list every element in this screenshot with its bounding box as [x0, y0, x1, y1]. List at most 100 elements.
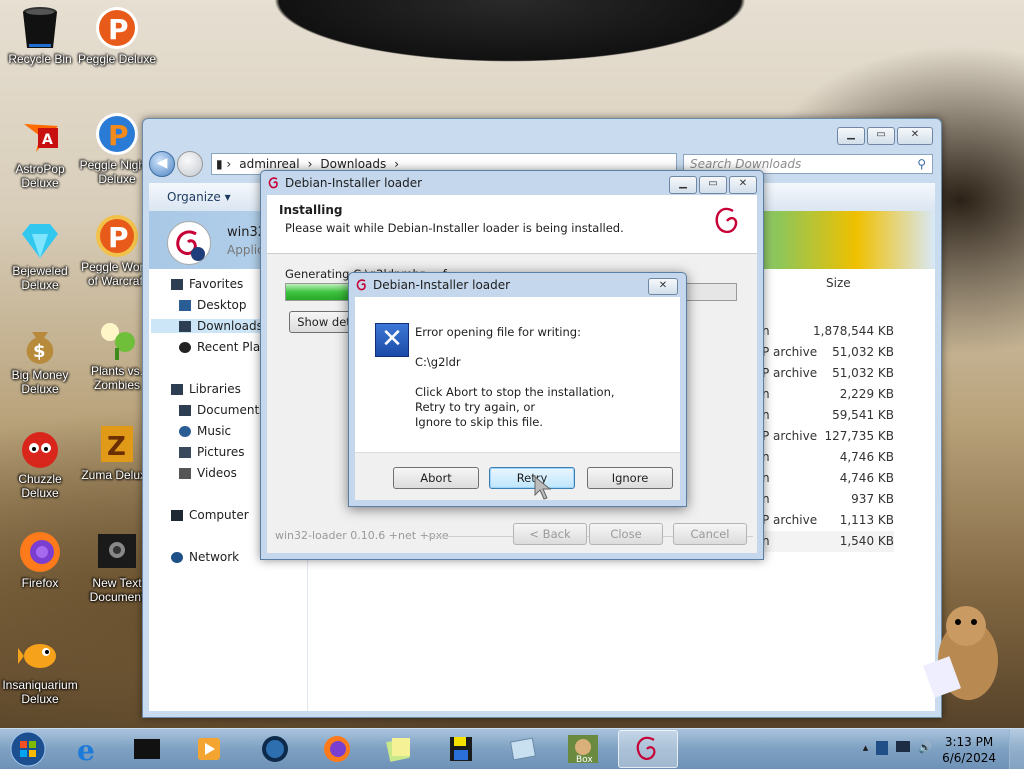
forward-arrow-icon[interactable] — [177, 151, 203, 177]
recent-places-icon — [179, 341, 191, 353]
astropop-icon: A — [18, 116, 62, 160]
downloads-folder-icon — [179, 320, 191, 332]
clock[interactable]: 3:13 PM 6/6/2024 — [942, 734, 996, 766]
volume-icon[interactable]: 🔊 — [918, 741, 932, 755]
installer-title: Debian-Installer loader — [285, 176, 423, 190]
firefox-icon[interactable] — [320, 732, 354, 766]
installer-header: Installing Please wait while Debian-Inst… — [267, 195, 757, 254]
nav-item-videos[interactable]: Videos — [179, 466, 237, 480]
globe-icon[interactable] — [258, 732, 292, 766]
floppy-disk-icon[interactable] — [444, 732, 478, 766]
svg-text:Box: Box — [576, 755, 593, 765]
system-tray: ▴ 🔊 — [863, 741, 932, 755]
peggle-wow-icon: P — [95, 214, 139, 258]
desktop-icon-peggle[interactable]: P Peggle Deluxe — [77, 6, 157, 66]
bejeweled-icon — [18, 218, 62, 262]
error-path: C:\g2ldr — [415, 355, 461, 369]
error-message: Error opening file for writing: C:\g2ldr… — [415, 325, 615, 430]
svg-text:e: e — [77, 734, 95, 764]
maximize-button[interactable]: ▭ — [867, 127, 895, 145]
installer-brand-text: win32-loader 0.10.6 +net +pxe — [275, 529, 449, 542]
error-line-4: Retry to try again, or — [415, 400, 536, 414]
back-button[interactable]: < Back — [513, 523, 587, 545]
desktop-icon-big-money[interactable]: $ Big Money Deluxe — [0, 322, 80, 396]
retry-button[interactable]: Retry — [489, 467, 575, 489]
media-center-icon[interactable] — [130, 732, 164, 766]
money-bag-icon: $ — [18, 322, 62, 366]
debian-installer-taskbar-button[interactable] — [618, 730, 678, 768]
size-cell: 4,746 KB — [839, 450, 894, 464]
media-player-icon[interactable] — [192, 732, 226, 766]
mouse-cursor-icon — [534, 475, 554, 505]
nav-item-desktop[interactable]: Desktop — [179, 298, 247, 312]
nav-item-network[interactable]: Network — [171, 550, 239, 564]
network-icon — [171, 551, 183, 563]
maximize-button[interactable]: ▭ — [699, 176, 727, 194]
nav-item-pictures[interactable]: Pictures — [179, 445, 245, 459]
desktop-icon-bejeweled[interactable]: Bejeweled Deluxe — [0, 218, 80, 292]
organize-button[interactable]: Organize ▾ — [167, 190, 231, 204]
nav-item-recent-places[interactable]: Recent Plac — [179, 340, 267, 354]
size-cell: 51,032 KB — [832, 345, 894, 359]
desktop-icon-astropop[interactable]: A AstroPop Deluxe — [0, 116, 80, 190]
svg-text:P: P — [108, 13, 129, 46]
hamster-gadget-icon[interactable] — [918, 600, 1010, 713]
debian-swirl-icon — [355, 278, 369, 295]
network-tray-icon[interactable] — [876, 741, 889, 755]
minimize-button[interactable]: ▁ — [669, 176, 697, 194]
minimize-button[interactable]: ▁ — [837, 127, 865, 145]
size-cell: 4,746 KB — [839, 471, 894, 485]
desktop-icon-insaniquarium[interactable]: Insaniquarium Deluxe — [0, 632, 80, 706]
ignore-button[interactable]: Ignore — [587, 467, 673, 489]
size-cell: 51,032 KB — [832, 366, 894, 380]
size-cell: 1,540 KB — [813, 531, 894, 552]
zuma-icon: Z — [95, 422, 139, 466]
error-dialog-content: ✕ Error opening file for writing: C:\g2l… — [355, 297, 680, 452]
music-icon — [179, 425, 191, 437]
debian-swirl-icon — [267, 176, 281, 193]
computer-icon — [171, 509, 183, 521]
game-box-icon[interactable]: Box — [566, 732, 600, 766]
desktop-icon-chuzzle[interactable]: Chuzzle Deluxe — [0, 426, 80, 500]
error-dialog[interactable]: Debian-Installer loader ✕ ✕ Error openin… — [348, 272, 687, 507]
selected-file-type: Applic — [227, 243, 264, 257]
desktop-icon-firefox[interactable]: Firefox — [0, 530, 80, 590]
size-cell: 1,113 KB — [839, 513, 894, 527]
show-desktop-button[interactable] — [1009, 729, 1024, 769]
nav-item-documents[interactable]: Documents — [179, 403, 265, 417]
size-cell: 59,541 KB — [832, 408, 894, 422]
svg-text:P: P — [108, 119, 129, 152]
nav-item-music[interactable]: Music — [179, 424, 231, 438]
chevron-up-icon[interactable]: ▴ — [863, 741, 869, 755]
close-installer-button[interactable]: Close — [589, 523, 663, 545]
column-header-size[interactable]: Size — [826, 276, 851, 290]
breadcrumb-item-adminreal[interactable]: adminreal — [239, 157, 299, 171]
internet-explorer-icon[interactable]: e — [72, 732, 106, 766]
cancel-button[interactable]: Cancel — [673, 523, 747, 545]
nav-item-libraries[interactable]: Libraries — [171, 382, 241, 396]
back-arrow-icon[interactable]: ◀ — [149, 151, 175, 177]
close-button[interactable]: ✕ — [729, 176, 757, 194]
svg-text:P: P — [108, 221, 129, 254]
text-document-icon — [95, 530, 139, 574]
close-button[interactable]: ✕ — [897, 127, 933, 145]
debian-logo-icon — [713, 205, 743, 242]
insaniquarium-icon — [18, 632, 62, 676]
start-button[interactable] — [8, 731, 48, 767]
abort-button[interactable]: Abort — [393, 467, 479, 489]
breadcrumb-item-downloads[interactable]: Downloads — [320, 157, 386, 171]
paint-icon[interactable] — [506, 732, 540, 766]
nav-item-computer[interactable]: Computer — [171, 508, 249, 522]
chevron-right-icon: › — [307, 157, 313, 171]
svg-text:Z: Z — [107, 432, 126, 462]
close-button[interactable]: ✕ — [648, 278, 678, 295]
star-icon — [171, 278, 183, 290]
sticky-notes-icon[interactable] — [382, 732, 416, 766]
desktop-icon-recycle-bin[interactable]: Recycle Bin — [0, 6, 80, 66]
nav-item-favorites[interactable]: Favorites — [171, 277, 243, 291]
size-cell: 2,229 KB — [839, 387, 894, 401]
peggle-nights-icon: P — [95, 112, 139, 156]
chuzzle-icon — [18, 426, 62, 470]
plants-vs-zombies-icon — [95, 318, 139, 362]
display-tray-icon[interactable] — [896, 741, 911, 752]
